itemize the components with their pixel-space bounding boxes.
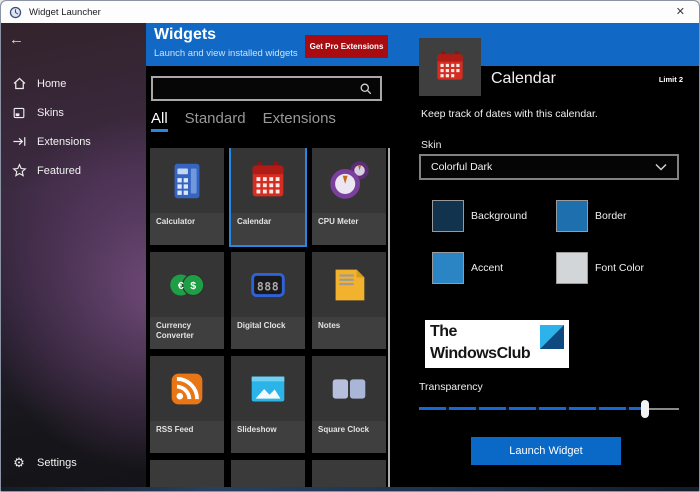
watermark-text: The WindowsClub (430, 321, 530, 365)
limit-badge: Limit 2 (659, 75, 683, 84)
widget-tile-label: Calculator (150, 213, 224, 245)
search-icon (359, 82, 373, 96)
square-clock-icon (312, 356, 386, 421)
widget-tile-label: Notes (312, 317, 386, 349)
sidebar-item-extensions[interactable]: Extensions (1, 127, 146, 156)
window-bottom-edge (1, 487, 699, 491)
page-title: Widgets (154, 26, 216, 44)
sidebar-item-label: Skins (37, 107, 64, 119)
svg-text:888: 888 (257, 279, 279, 293)
sidebar: ← Home (1, 23, 146, 487)
sidebar-item-home[interactable]: Home (1, 69, 146, 98)
launch-widget-button[interactable]: Launch Widget (471, 437, 621, 465)
sidebar-item-label: Settings (37, 457, 77, 469)
gauge-icon (312, 148, 386, 213)
widget-launcher-window: Widget Launcher ✕ ← Home (0, 0, 700, 492)
widget-tile-slideshow[interactable]: Slideshow (231, 356, 305, 453)
selected-widget-name: Calendar (491, 70, 556, 88)
widget-tile-partial[interactable] (231, 460, 305, 489)
widget-tile-cpu-meter[interactable]: CPU Meter (312, 148, 386, 245)
skin-selected-value: Colorful Dark (431, 161, 655, 173)
tab-standard[interactable]: Standard (185, 110, 246, 132)
skin-label: Skin (421, 139, 441, 151)
widget-description: Keep track of dates with this calendar. (421, 108, 598, 120)
calculator-icon (150, 148, 224, 213)
sidebar-item-featured[interactable]: Featured (1, 156, 146, 185)
sidebar-nav: Home Skins (1, 69, 146, 185)
grid-scrollbar[interactable] (388, 148, 390, 487)
sidebar-item-label: Extensions (37, 136, 91, 148)
svg-text:$: $ (190, 279, 196, 291)
sidebar-item-settings[interactable]: ⚙ Settings (1, 448, 146, 477)
windowsclub-logo-icon (540, 325, 564, 349)
search-input[interactable] (153, 83, 359, 95)
calendar-icon (231, 148, 305, 213)
font-color-swatch[interactable] (556, 252, 588, 284)
back-button[interactable]: ← (9, 31, 24, 48)
gear-icon: ⚙ (11, 455, 27, 471)
tab-extensions[interactable]: Extensions (263, 110, 336, 132)
note-icon (312, 252, 386, 317)
app-clock-icon (9, 6, 22, 19)
skin-dropdown[interactable]: Colorful Dark (419, 154, 679, 180)
widget-tile-calculator[interactable]: Calculator (150, 148, 224, 245)
image-icon (11, 105, 27, 121)
sidebar-item-label: Home (37, 78, 66, 90)
arrow-into-bar-icon (11, 134, 27, 150)
digital-clock-icon: 888 (231, 252, 305, 317)
widget-tile-square-clock[interactable]: Square Clock (312, 356, 386, 453)
widget-tile-currency-converter[interactable]: € $ Currency Converter (150, 252, 224, 349)
widget-tile-partial[interactable] (312, 460, 386, 489)
widget-tile-label: CPU Meter (312, 213, 386, 245)
sidebar-item-skins[interactable]: Skins (1, 98, 146, 127)
search-box (151, 76, 382, 101)
close-icon[interactable]: ✕ (670, 2, 691, 22)
windowsclub-watermark: The WindowsClub (425, 320, 569, 368)
widget-tile-label: Calendar (231, 213, 305, 245)
tab-all[interactable]: All (151, 110, 168, 132)
picture-icon (231, 356, 305, 421)
star-icon (11, 163, 27, 179)
transparency-slider[interactable] (419, 400, 679, 418)
transparency-label: Transparency (419, 381, 483, 393)
widget-tile-calendar[interactable]: Calendar (231, 148, 305, 245)
widget-tile-rss-feed[interactable]: RSS Feed (150, 356, 224, 453)
chevron-down-icon (655, 163, 667, 171)
transparency-fill (419, 407, 645, 410)
border-color-swatch[interactable] (556, 200, 588, 232)
currency-icon: € $ (150, 252, 224, 317)
widget-tile-label: Slideshow (231, 421, 305, 453)
library-tabs: All Standard Extensions (151, 110, 336, 132)
accent-color-swatch[interactable] (432, 252, 464, 284)
background-color-swatch[interactable] (432, 200, 464, 232)
selected-widget-icon (419, 38, 481, 96)
content-area: Widgets Launch and view installed widget… (146, 23, 699, 487)
page-subtitle: Launch and view installed widgets (154, 48, 298, 59)
home-icon (11, 76, 27, 92)
widget-tile-partial[interactable] (150, 460, 224, 489)
widget-library-panel: All Standard Extensions (146, 66, 391, 487)
widget-grid: Calculator (150, 148, 386, 489)
widget-tile-label: RSS Feed (150, 421, 224, 453)
window-title: Widget Launcher (29, 7, 101, 18)
svg-text:€: € (178, 279, 184, 291)
get-pro-extensions-button[interactable]: Get Pro Extensions (305, 35, 388, 58)
sidebar-item-label: Featured (37, 165, 81, 177)
swatch-label: Border (595, 200, 627, 232)
slider-thumb[interactable] (641, 400, 649, 418)
swatch-label: Accent (471, 252, 503, 284)
widget-tile-label: Digital Clock (231, 317, 305, 349)
widget-tile-label: Square Clock (312, 421, 386, 453)
widget-detail-panel: Calendar Limit 2 Keep track of dates wit… (391, 66, 700, 487)
rss-icon (150, 356, 224, 421)
titlebar: Widget Launcher ✕ (1, 1, 699, 23)
swatch-label: Background (471, 200, 527, 232)
widget-tile-notes[interactable]: Notes (312, 252, 386, 349)
widget-tile-digital-clock[interactable]: 888 Digital Clock (231, 252, 305, 349)
widget-tile-label: Currency Converter (150, 317, 224, 349)
swatch-label: Font Color (595, 252, 644, 284)
